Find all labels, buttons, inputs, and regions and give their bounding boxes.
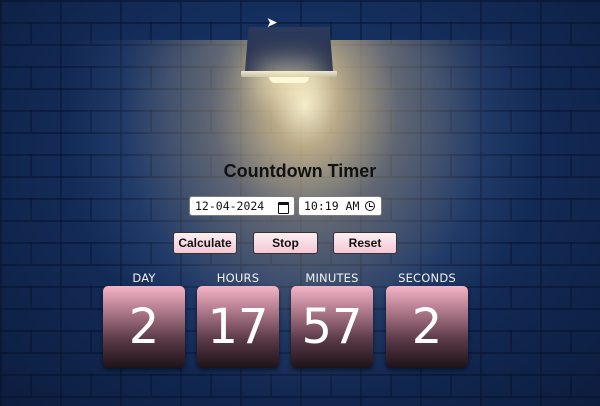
countdown-minutes-card: 57 (291, 286, 373, 368)
stop-button[interactable]: Stop (253, 232, 318, 254)
lamp-body (245, 27, 333, 71)
calculate-button[interactable]: Calculate (173, 232, 237, 254)
mouse-cursor-icon: ➤ (266, 15, 278, 31)
wall-lamp (241, 27, 337, 83)
countdown-seconds-card: 2 (386, 286, 468, 368)
datetime-inputs: 12-04-2024 10:19 AM (189, 196, 382, 216)
countdown-minutes-label: MINUTES (305, 271, 359, 285)
date-input-value: 12-04-2024 (195, 199, 265, 213)
time-input[interactable]: 10:19 AM (298, 196, 382, 216)
countdown-seconds-value: 2 (411, 299, 443, 355)
page-title: Countdown Timer (223, 161, 377, 181)
reset-button[interactable]: Reset (333, 232, 397, 254)
countdown-seconds: SECONDS 2 (386, 270, 468, 368)
time-input-value: 10:19 AM (304, 199, 360, 213)
countdown-hours-value: 17 (207, 299, 269, 355)
countdown-minutes-value: 57 (301, 299, 363, 355)
countdown-days-label: DAY (132, 271, 156, 285)
countdown-days-value: 2 (128, 299, 160, 355)
countdown-seconds-label: SECONDS (398, 271, 456, 285)
clock-icon[interactable] (364, 200, 376, 212)
date-input[interactable]: 12-04-2024 (189, 196, 295, 216)
countdown-hours-label: HOURS (216, 271, 260, 285)
countdown-hours: HOURS 17 (197, 270, 279, 368)
countdown-days: DAY 2 (103, 270, 185, 368)
countdown-hours-card: 17 (197, 286, 279, 368)
countdown-days-card: 2 (103, 286, 185, 368)
lamp-bulb (269, 77, 309, 83)
countdown-minutes: MINUTES 57 (291, 270, 373, 368)
calendar-icon[interactable] (277, 200, 289, 214)
